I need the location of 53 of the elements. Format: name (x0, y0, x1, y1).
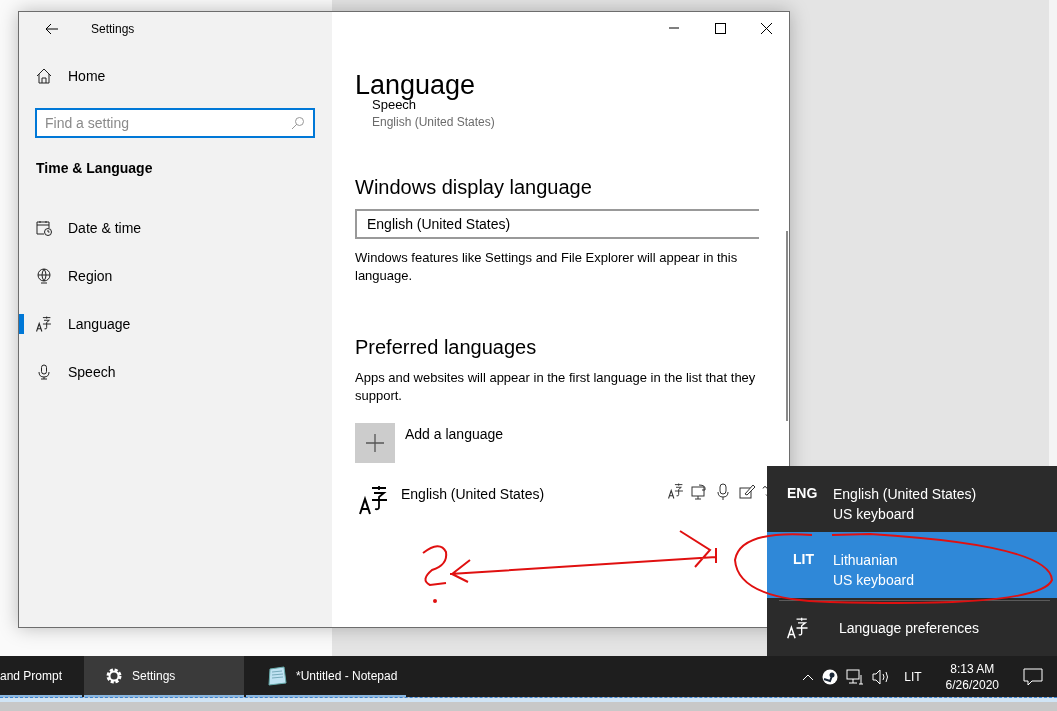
keyboard-layout: US keyboard (833, 505, 915, 523)
back-arrow-icon (45, 23, 59, 35)
scrollbar[interactable] (786, 231, 788, 421)
window-title: Settings (91, 22, 135, 36)
language-name: Lithuanian (833, 551, 899, 569)
microphone-icon (714, 483, 732, 501)
minimize-icon (669, 27, 679, 29)
page-title: Language (355, 70, 477, 100)
home-icon (36, 68, 52, 84)
language-code: ENG (786, 485, 819, 503)
language-pack-icon (668, 483, 684, 499)
pencil-icon (738, 483, 756, 501)
microphone-icon (36, 364, 52, 380)
maximize-icon (714, 22, 726, 34)
notepad-icon (266, 665, 288, 686)
home-nav-item[interactable]: Home (19, 52, 332, 100)
section-heading: Time & Language (36, 160, 153, 176)
language-name[interactable]: English (United States) (401, 486, 668, 502)
language-name: English (United States) (833, 485, 977, 503)
search-field[interactable]: Find a setting (35, 108, 315, 138)
close-icon (760, 22, 772, 34)
language-icon (359, 485, 389, 515)
volume-icon[interactable] (872, 668, 891, 685)
sidebar-item[interactable]: Date & time (19, 204, 332, 252)
speech-value: English (United States) (372, 115, 496, 129)
globe-icon (36, 268, 52, 284)
language-code: LIT (792, 551, 815, 569)
description-text: Windows features like Settings and File Explorer will appear in this language. (355, 249, 739, 285)
plus-icon (366, 434, 384, 452)
sidebar-item[interactable]: Language (19, 300, 332, 348)
language-icon (787, 617, 809, 639)
add-language-label[interactable]: Add a language (405, 426, 504, 442)
section-heading: Windows display language (355, 175, 593, 199)
display-language-dropdown[interactable]: English (United States) (355, 209, 759, 239)
keyboard-layout: US keyboard (833, 571, 914, 589)
language-preferences-link[interactable]: Language preferences (767, 601, 1057, 655)
chevron-up-icon[interactable] (802, 672, 815, 681)
search-icon (291, 116, 305, 130)
taskbar-app[interactable]: Settings (84, 656, 244, 697)
sidebar-item[interactable]: Region (19, 252, 332, 300)
sidebar-item[interactable]: Speech (19, 348, 332, 396)
input-language-item[interactable]: LIT Lithuanian US keyboard (767, 532, 1057, 598)
section-heading: Preferred languages (355, 335, 538, 359)
display-icon (690, 483, 708, 501)
input-language-item[interactable]: ENG English (United States) US keyboard (767, 466, 1057, 532)
game-client-icon[interactable] (822, 668, 839, 685)
description-text: Apps and websites will appear in the first language in the list that they support. (355, 369, 757, 405)
add-language-button[interactable] (355, 423, 395, 463)
input-indicator[interactable]: LIT (904, 669, 922, 684)
calendar-clock-icon (36, 220, 52, 236)
language-icon (36, 316, 52, 332)
network-icon[interactable] (846, 668, 865, 685)
clock[interactable]: 8:13 AM 6/26/2020 (937, 661, 1007, 692)
